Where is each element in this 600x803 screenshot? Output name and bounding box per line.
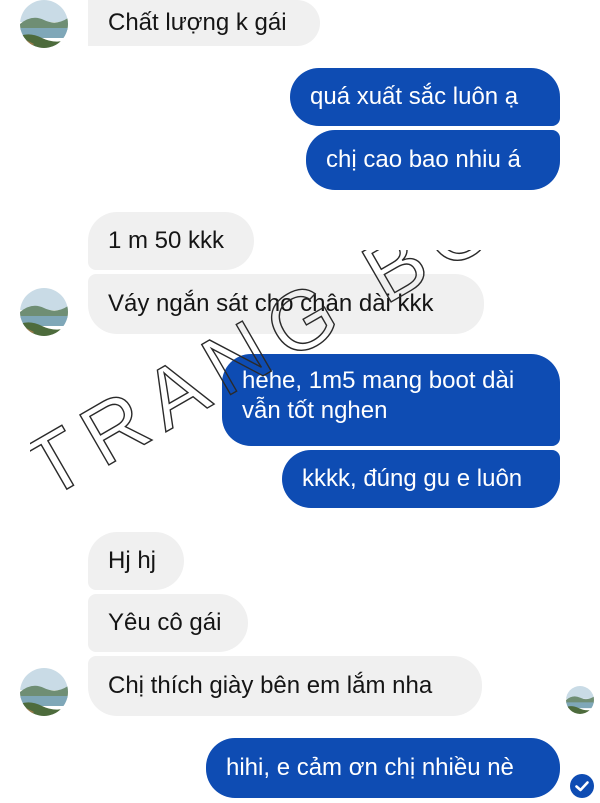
outgoing-message[interactable]: kkkk, đúng gu e luôn [282,450,560,508]
incoming-message[interactable]: Chất lượng k gái [88,0,320,46]
landscape-avatar-icon [566,686,594,714]
incoming-message[interactable]: Váy ngắn sát cho chân dài kkk [88,274,484,334]
incoming-message[interactable]: Chị thích giày bên em lắm nha [88,656,482,716]
outgoing-message[interactable]: quá xuất sắc luôn ạ [290,68,560,126]
incoming-message[interactable]: Hj hj [88,532,184,590]
landscape-avatar-icon [20,288,68,336]
seen-check-icon [570,774,594,798]
contact-avatar[interactable] [20,0,68,48]
outgoing-message[interactable]: hihi, e cảm ơn chị nhiều nè [206,738,560,798]
incoming-message[interactable]: Yêu cô gái [88,594,248,652]
outgoing-message[interactable]: hehe, 1m5 mang boot dài vẫn tốt nghen [222,354,560,446]
contact-avatar[interactable] [20,668,68,716]
landscape-avatar-icon [20,668,68,716]
contact-avatar[interactable] [20,288,68,336]
incoming-message[interactable]: 1 m 50 kkk [88,212,254,270]
read-receipt-avatar [566,686,594,714]
landscape-avatar-icon [20,0,68,48]
outgoing-message[interactable]: chị cao bao nhiu á [306,130,560,190]
